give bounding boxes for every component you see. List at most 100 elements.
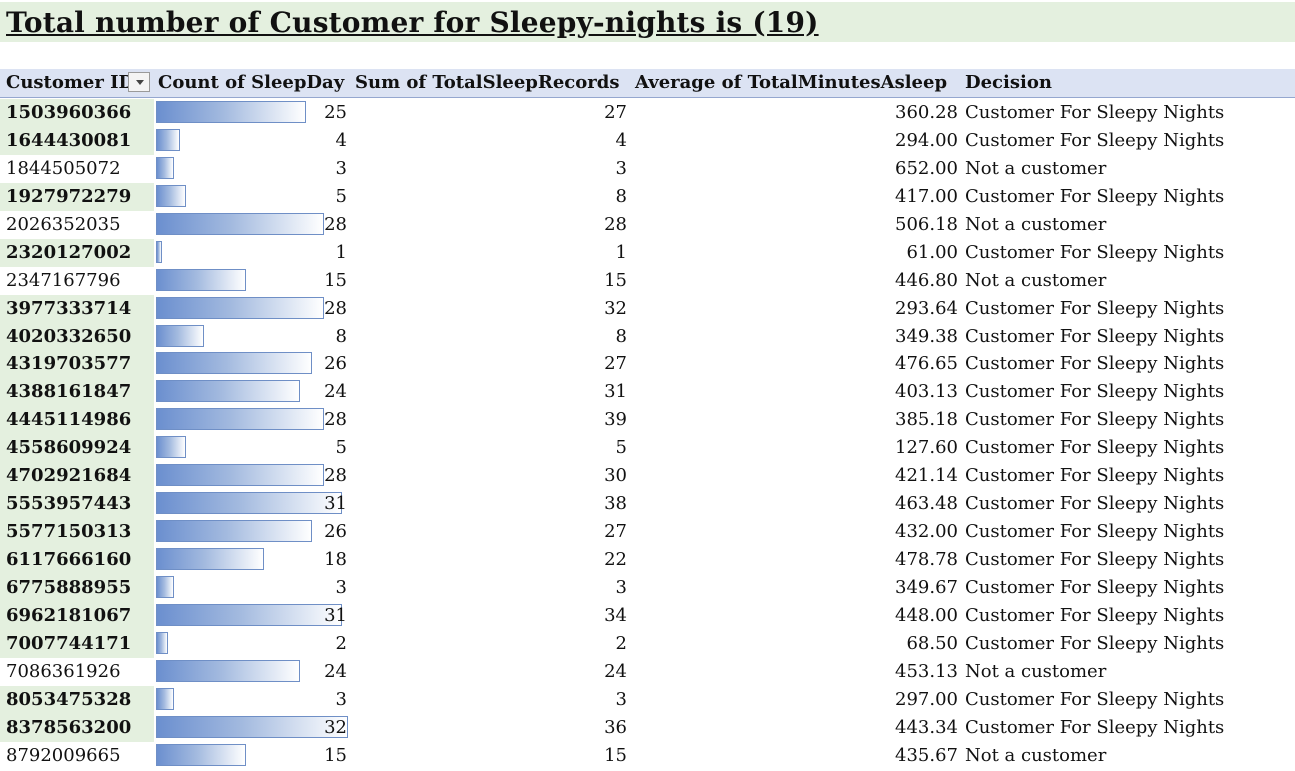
customer-id-cell[interactable]: 1644430081 — [0, 126, 154, 155]
sum-records-cell[interactable]: 28 — [604, 211, 627, 239]
avg-minutes-cell[interactable]: 297.00 — [895, 686, 958, 714]
table-row[interactable]: 4702921684 28 30 421.14 Customer For Sleepy … — [0, 462, 1295, 491]
sum-records-cell[interactable]: 15 — [604, 742, 627, 770]
avg-minutes-cell[interactable]: 61.00 — [906, 239, 958, 267]
customer-id-cell[interactable]: 2347167796 — [0, 267, 154, 295]
customer-id-cell[interactable]: 7086361926 — [0, 658, 154, 686]
table-row[interactable]: 2347167796 15 15 446.80 Not a customer — [0, 267, 1295, 295]
count-sleepday-cell[interactable]: 3 — [336, 155, 347, 183]
avg-minutes-cell[interactable]: 68.50 — [906, 630, 958, 658]
customer-id-cell[interactable]: 4319703577 — [0, 350, 154, 379]
count-sleepday-cell[interactable]: 15 — [324, 267, 347, 295]
table-row[interactable]: 2026352035 28 28 506.18 Not a customer — [0, 211, 1295, 239]
count-sleepday-cell[interactable]: 28 — [324, 462, 347, 490]
sum-records-cell[interactable]: 38 — [604, 490, 627, 518]
decision-cell[interactable]: Not a customer — [965, 211, 1106, 239]
decision-cell[interactable]: Customer For Sleepy Nights — [965, 434, 1224, 462]
avg-minutes-cell[interactable]: 506.18 — [895, 211, 958, 239]
avg-minutes-cell[interactable]: 476.65 — [895, 350, 958, 378]
decision-cell[interactable]: Customer For Sleepy Nights — [965, 239, 1224, 267]
customer-id-cell[interactable]: 1927972279 — [0, 182, 154, 211]
sum-records-cell[interactable]: 31 — [604, 378, 627, 406]
table-row[interactable]: 3977333714 28 32 293.64 Customer For Sleepy … — [0, 294, 1295, 323]
customer-id-cell[interactable]: 4558609924 — [0, 434, 154, 463]
customer-id-cell[interactable]: 3977333714 — [0, 294, 154, 323]
sum-records-cell[interactable]: 3 — [616, 574, 627, 602]
count-sleepday-cell[interactable]: 5 — [336, 434, 347, 462]
customer-id-cell[interactable]: 8053475328 — [0, 685, 154, 714]
customer-id-cell[interactable]: 5553957443 — [0, 490, 154, 519]
decision-cell[interactable]: Customer For Sleepy Nights — [965, 406, 1224, 434]
customer-id-cell[interactable]: 7007744171 — [0, 629, 154, 658]
decision-cell[interactable]: Customer For Sleepy Nights — [965, 630, 1224, 658]
count-sleepday-cell[interactable]: 5 — [336, 183, 347, 211]
table-row[interactable]: 6962181067 31 34 448.00 Customer For Sleepy … — [0, 601, 1295, 630]
decision-cell[interactable]: Customer For Sleepy Nights — [965, 127, 1224, 155]
count-sleepday-cell[interactable]: 2 — [336, 630, 347, 658]
table-row[interactable]: 7007744171 2 2 68.50 Customer For Sleepy Nig… — [0, 629, 1295, 658]
decision-cell[interactable]: Customer For Sleepy Nights — [965, 183, 1224, 211]
sum-records-cell[interactable]: 15 — [604, 267, 627, 295]
sum-records-cell[interactable]: 1 — [616, 239, 627, 267]
customer-id-cell[interactable]: 6962181067 — [0, 601, 154, 630]
sum-records-cell[interactable]: 8 — [616, 183, 627, 211]
customer-id-cell[interactable]: 6775888955 — [0, 573, 154, 602]
decision-cell[interactable]: Not a customer — [965, 742, 1106, 770]
sum-records-cell[interactable]: 30 — [604, 462, 627, 490]
customer-id-cell[interactable]: 2320127002 — [0, 238, 154, 267]
avg-minutes-cell[interactable]: 421.14 — [895, 462, 958, 490]
sum-records-cell[interactable]: 27 — [604, 350, 627, 378]
customer-id-cell[interactable]: 1844505072 — [0, 155, 154, 183]
count-sleepday-cell[interactable]: 26 — [324, 350, 347, 378]
sum-records-cell[interactable]: 27 — [604, 518, 627, 546]
decision-cell[interactable]: Not a customer — [965, 155, 1106, 183]
avg-minutes-cell[interactable]: 443.34 — [895, 714, 958, 742]
decision-cell[interactable]: Customer For Sleepy Nights — [965, 295, 1224, 323]
count-sleepday-cell[interactable]: 24 — [324, 658, 347, 686]
avg-minutes-cell[interactable]: 293.64 — [895, 295, 958, 323]
count-sleepday-cell[interactable]: 28 — [324, 295, 347, 323]
decision-cell[interactable]: Customer For Sleepy Nights — [965, 518, 1224, 546]
count-sleepday-cell[interactable]: 15 — [324, 742, 347, 770]
table-row[interactable]: 1644430081 4 4 294.00 Customer For Sleepy Ni… — [0, 126, 1295, 155]
avg-minutes-cell[interactable]: 403.13 — [895, 378, 958, 406]
customer-id-cell[interactable]: 6117666160 — [0, 546, 154, 574]
customer-id-cell[interactable]: 5577150313 — [0, 518, 154, 546]
sum-records-cell[interactable]: 3 — [616, 155, 627, 183]
count-sleepday-cell[interactable]: 31 — [324, 490, 347, 518]
decision-cell[interactable]: Customer For Sleepy Nights — [965, 714, 1224, 742]
count-sleepday-cell[interactable]: 4 — [336, 127, 347, 155]
avg-minutes-cell[interactable]: 435.67 — [895, 742, 958, 770]
sum-records-cell[interactable]: 2 — [616, 630, 627, 658]
avg-minutes-cell[interactable]: 349.67 — [895, 574, 958, 602]
dropdown-arrow-icon[interactable] — [128, 72, 150, 92]
avg-minutes-cell[interactable]: 360.28 — [895, 99, 958, 127]
table-row[interactable]: 5577150313 26 27 432.00 Customer For Sleepy … — [0, 518, 1295, 546]
customer-id-cell[interactable]: 4445114986 — [0, 406, 154, 435]
sum-records-cell[interactable]: 4 — [616, 127, 627, 155]
table-row[interactable]: 4558609924 5 5 127.60 Customer For Sleepy Ni… — [0, 434, 1295, 463]
decision-cell[interactable]: Customer For Sleepy Nights — [965, 602, 1224, 630]
avg-minutes-cell[interactable]: 294.00 — [895, 127, 958, 155]
table-row[interactable]: 5553957443 31 38 463.48 Customer For Sleepy … — [0, 490, 1295, 519]
table-row[interactable]: 1503960366 25 27 360.28 Customer For Sleepy … — [0, 99, 1295, 127]
avg-minutes-cell[interactable]: 652.00 — [895, 155, 958, 183]
table-row[interactable]: 6775888955 3 3 349.67 Customer For Sleepy Ni… — [0, 573, 1295, 602]
count-sleepday-cell[interactable]: 26 — [324, 518, 347, 546]
sum-records-cell[interactable]: 5 — [616, 434, 627, 462]
decision-cell[interactable]: Customer For Sleepy Nights — [965, 323, 1224, 351]
decision-cell[interactable]: Customer For Sleepy Nights — [965, 378, 1224, 406]
customer-id-cell[interactable]: 4388161847 — [0, 378, 154, 407]
table-row[interactable]: 8378563200 32 36 443.34 Customer For Sleepy … — [0, 713, 1295, 742]
sum-records-cell[interactable]: 22 — [604, 546, 627, 574]
avg-minutes-cell[interactable]: 453.13 — [895, 658, 958, 686]
table-row[interactable]: 4388161847 24 31 403.13 Customer For Sleepy … — [0, 378, 1295, 407]
sum-records-cell[interactable]: 39 — [604, 406, 627, 434]
sum-records-cell[interactable]: 27 — [604, 99, 627, 127]
table-row[interactable]: 4445114986 28 39 385.18 Customer For Sleepy … — [0, 406, 1295, 435]
table-row[interactable]: 1844505072 3 3 652.00 Not a customer — [0, 155, 1295, 183]
table-row[interactable]: 4319703577 26 27 476.65 Customer For Sleepy … — [0, 350, 1295, 379]
avg-minutes-cell[interactable]: 432.00 — [895, 518, 958, 546]
decision-cell[interactable]: Customer For Sleepy Nights — [965, 490, 1224, 518]
customer-id-cell[interactable]: 1503960366 — [0, 99, 154, 127]
